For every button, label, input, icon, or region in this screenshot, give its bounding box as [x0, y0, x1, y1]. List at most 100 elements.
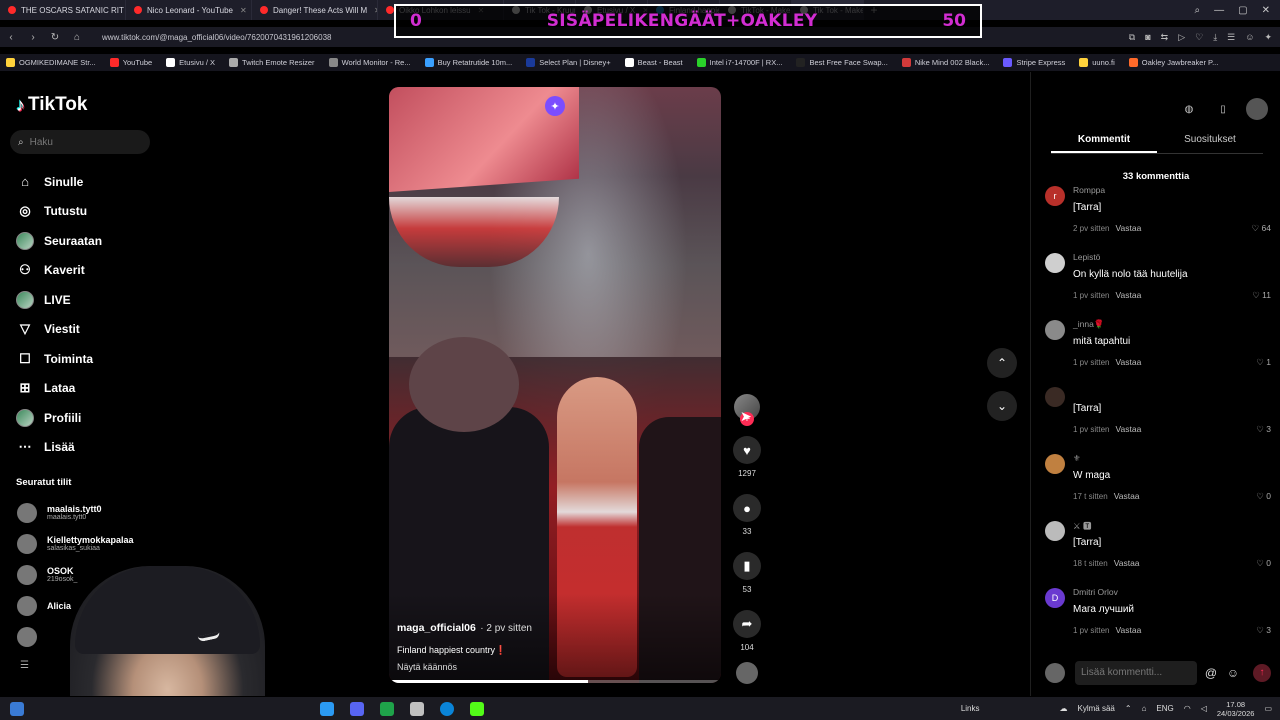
comment-author[interactable]: _inna🌹 — [1073, 319, 1104, 330]
heart-icon[interactable]: ♡ — [1195, 32, 1203, 43]
browser-tab[interactable]: Nico Leonard - YouTube ✕ — [126, 0, 252, 20]
browser-tab[interactable]: THE OSCARS SATANIC RIT✕ — [0, 0, 126, 20]
sidebar-item-viestit[interactable]: ▽ Viestit — [16, 315, 102, 345]
bookmark[interactable]: Buy Retatrutide 10m... — [424, 58, 512, 67]
url-field[interactable]: www.tiktok.com/@maga_official06/video/76… — [102, 33, 331, 42]
network-icon[interactable]: ⌂ — [1142, 704, 1147, 713]
comment-input[interactable]: Lisää kommentti... — [1075, 661, 1197, 685]
sidebar-item-tutustu[interactable]: ◎ Tutustu — [16, 197, 102, 227]
bookmark[interactable]: OGMIKEDIMANE Str... — [6, 58, 96, 67]
sidebar-item-lataa[interactable]: ⊞ Lataa — [16, 374, 102, 404]
comment-author[interactable]: Dmitri Orlov — [1073, 587, 1118, 597]
notification-icon[interactable]: ▭ — [1264, 704, 1272, 713]
more-following-icon[interactable]: ☰ — [20, 660, 29, 671]
discord-icon[interactable] — [350, 701, 364, 716]
bookmark[interactable]: Intel i7-14700F | RX... — [696, 58, 782, 67]
comment-like-button[interactable]: ♡ 64 — [1252, 223, 1271, 234]
menu-icon[interactable]: ☰ — [1227, 32, 1235, 43]
comment-like-button[interactable]: ♡ 1 — [1256, 357, 1271, 368]
reply-button[interactable]: Vastaa — [1115, 424, 1141, 434]
next-video-button[interactable]: ⌄ — [987, 391, 1017, 421]
emoji-icon[interactable]: ☺ — [1225, 666, 1241, 680]
reply-button[interactable]: Vastaa — [1114, 558, 1140, 568]
bookmark[interactable]: Etusivu / X — [166, 58, 215, 67]
avatar[interactable] — [1045, 320, 1065, 340]
following-account[interactable]: maalais.tytt0 maalais.tytt0 — [17, 497, 134, 528]
tab-comments[interactable]: Kommentit — [1051, 134, 1157, 153]
weather-label[interactable]: Kylmä sää — [1078, 704, 1115, 713]
copilot-icon[interactable] — [320, 701, 334, 716]
share-icon[interactable]: ➦ — [733, 610, 761, 638]
download-icon[interactable]: ⤓ — [1213, 32, 1217, 43]
comment-icon[interactable]: ● — [733, 494, 761, 522]
comment-action[interactable]: ● 33 — [733, 494, 761, 536]
previous-video-button[interactable]: ⌃ — [987, 348, 1017, 378]
ai-sparkle-icon[interactable]: ✦ — [545, 96, 565, 116]
bookmark[interactable]: World Monitor - Re... — [328, 58, 411, 67]
lock-icon[interactable]: ⌂ — [66, 32, 88, 43]
send-comment-button[interactable]: ↑ — [1253, 664, 1271, 682]
edge-icon[interactable] — [440, 701, 454, 716]
close-window-button[interactable]: ✕ — [1262, 5, 1270, 16]
search-icon[interactable]: ⌕ — [1195, 5, 1201, 16]
avatar[interactable]: D — [1045, 588, 1065, 608]
links-label[interactable]: Links — [961, 704, 980, 713]
bookmark[interactable]: Nike Mind 002 Black... — [901, 58, 989, 67]
save-action[interactable]: ▮ 53 — [733, 552, 761, 594]
comment-author[interactable]: Lepistö — [1073, 252, 1100, 262]
maximize-button[interactable]: ▢ — [1238, 5, 1247, 16]
mention-icon[interactable]: @ — [1203, 666, 1219, 680]
bookmark[interactable]: uuno.fi — [1079, 58, 1115, 67]
video-player[interactable]: ✦ maga_official06 · 2 pv sitten Finland … — [389, 87, 721, 683]
bookmark[interactable]: Best Free Face Swap... — [796, 58, 888, 67]
play-icon[interactable]: ▷ — [1178, 32, 1185, 43]
video-username[interactable]: maga_official06 — [397, 622, 476, 634]
bookmark[interactable]: Select Plan | Disney+ — [526, 58, 611, 67]
volume-icon[interactable]: ◁ — [1201, 704, 1207, 713]
close-tab-icon[interactable]: ✕ — [240, 6, 247, 15]
bookmark[interactable]: Oakley Jawbreaker P... — [1128, 58, 1218, 67]
comment-like-button[interactable]: ♡ 3 — [1256, 625, 1271, 636]
comment-like-button[interactable]: ♡ 0 — [1256, 558, 1271, 569]
reply-button[interactable]: Vastaa — [1115, 625, 1141, 635]
sidebar-item-live[interactable]: LIVE — [16, 285, 102, 315]
kick-icon[interactable] — [470, 701, 484, 716]
reply-button[interactable]: Vastaa — [1115, 357, 1141, 367]
user-avatar[interactable] — [1246, 98, 1268, 120]
avatar[interactable] — [1045, 387, 1065, 407]
sidebar-item-lisää[interactable]: ⋯ Lisää — [16, 433, 102, 463]
screenshot-icon[interactable]: ◙ — [1145, 32, 1150, 42]
avatar[interactable]: r — [1045, 186, 1065, 206]
bookmark[interactable]: YouTube — [109, 58, 152, 67]
sidebar-item-kaverit[interactable]: ⚇ Kaverit — [16, 256, 102, 286]
comment-author[interactable]: Romppa — [1073, 185, 1105, 195]
back-icon[interactable]: ‹ — [0, 32, 22, 43]
avatar[interactable] — [1045, 521, 1065, 541]
following-account[interactable]: Kiellettymokkapalaa salasikas_sukiaa — [17, 528, 134, 559]
video-progress[interactable] — [389, 680, 721, 683]
tray-chevron-icon[interactable]: ⌃ — [1125, 704, 1132, 713]
heart-icon[interactable]: ♥ — [733, 436, 761, 464]
tab-suggestions[interactable]: Suositukset — [1157, 134, 1263, 153]
bookmark[interactable]: Beast - Beast — [624, 58, 683, 67]
extensions-icon[interactable]: ⧉ — [1129, 32, 1135, 43]
comment-like-button[interactable]: ♡ 0 — [1256, 491, 1271, 502]
bookmark-icon[interactable]: ▮ — [733, 552, 761, 580]
language-label[interactable]: ENG — [1156, 704, 1173, 713]
like-action[interactable]: ♥ 1297 — [733, 436, 761, 478]
bookmark[interactable]: Twitch Emote Resizer — [229, 58, 315, 67]
reply-button[interactable]: Vastaa — [1115, 223, 1141, 233]
sidebar-item-seuraatan[interactable]: Seuraatan — [16, 226, 102, 256]
browser-tab[interactable]: Danger! These Acts Will M✕ — [252, 0, 378, 20]
comment-like-button[interactable]: ♡ 11 — [1252, 290, 1271, 301]
sidebar-item-profiili[interactable]: Profiili — [16, 403, 102, 433]
music-avatar[interactable] — [736, 662, 758, 684]
search-input[interactable]: ⌕ Haku — [10, 130, 150, 154]
start-icon[interactable] — [10, 701, 24, 716]
forward-icon[interactable]: › — [22, 32, 44, 43]
translate-icon[interactable]: ⇆ — [1161, 32, 1169, 43]
minimize-button[interactable]: — — [1214, 5, 1224, 16]
reload-icon[interactable]: ↻ — [44, 32, 66, 43]
wifi-icon[interactable]: ◠ — [1184, 704, 1191, 713]
avatar[interactable] — [1045, 253, 1065, 273]
